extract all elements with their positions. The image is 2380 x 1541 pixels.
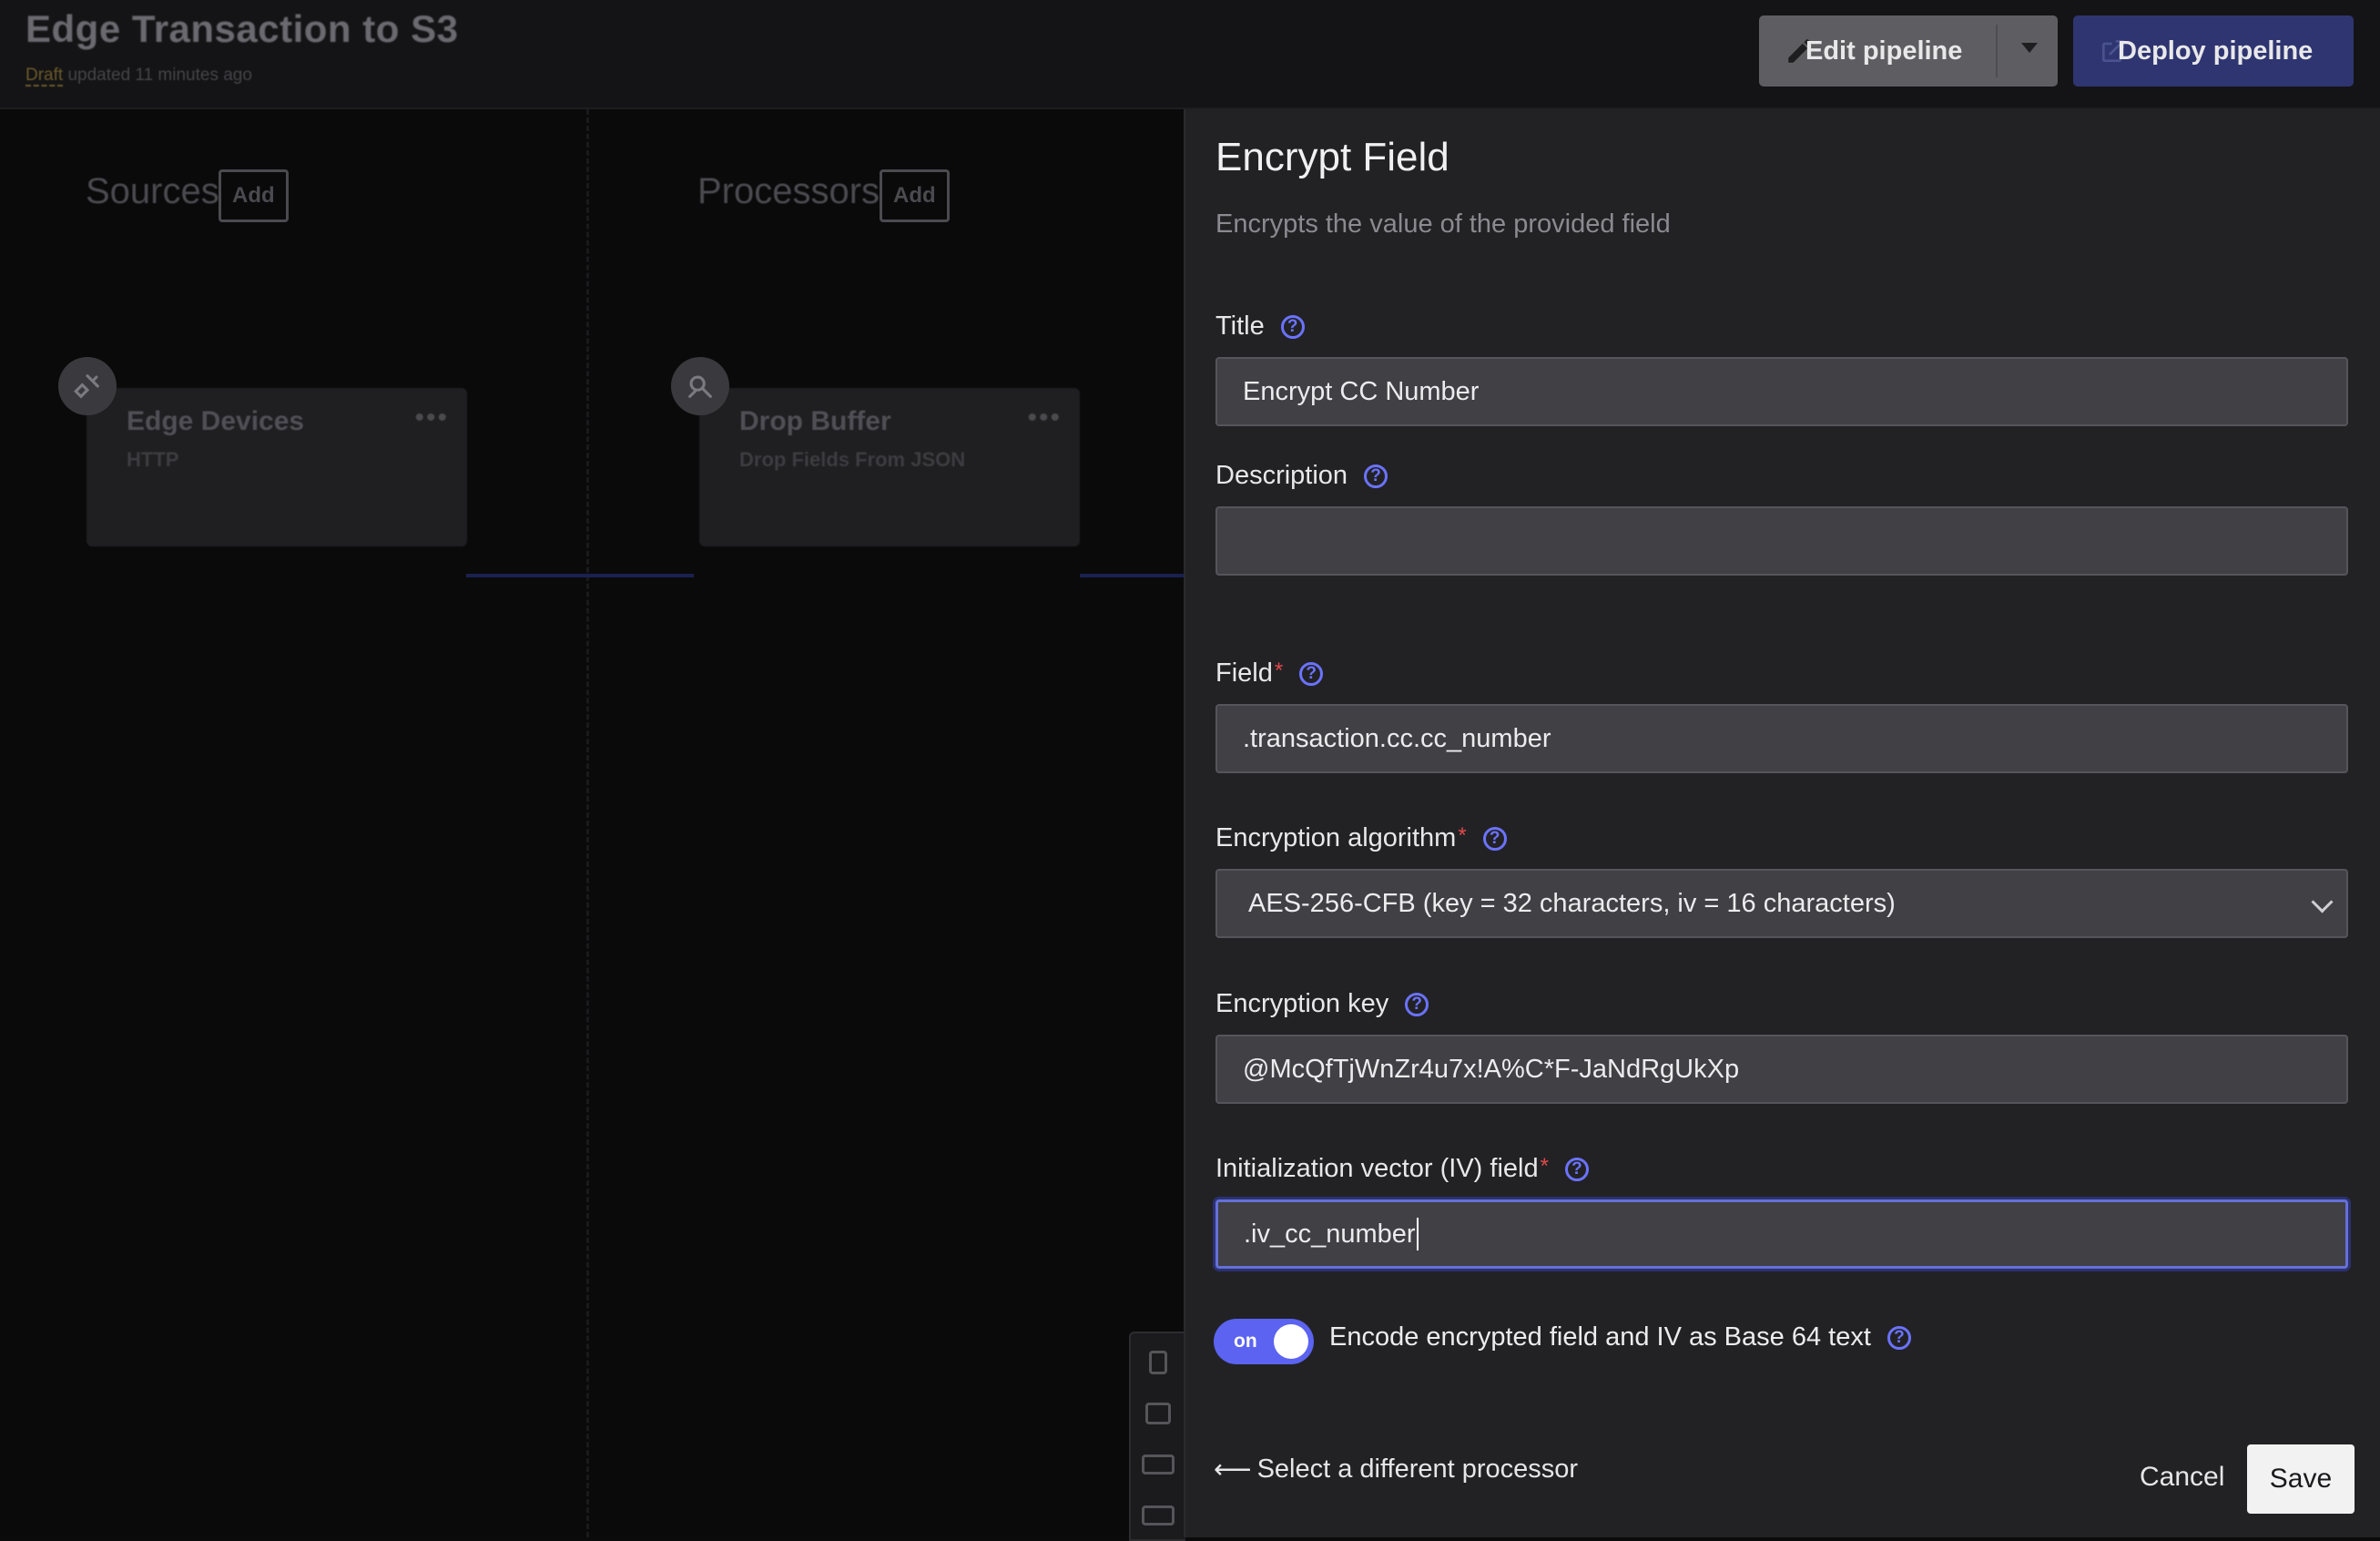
title-input[interactable]: Encrypt CC Number [1215, 357, 2348, 426]
help-icon[interactable]: ? [1364, 464, 1388, 488]
pipeline-canvas: Sources Add Processors Add Edge Devices … [0, 109, 1184, 1537]
encryption-key-label-text: Encryption key [1215, 989, 1389, 1018]
toggle-knob [1274, 1324, 1308, 1359]
description-input[interactable] [1215, 506, 2348, 576]
encryption-algorithm-label: Encryption algorithm * ? [1215, 823, 1507, 853]
arrow-left-icon: ⟵ [1214, 1455, 1252, 1485]
back-link-text: Select a different processor [1256, 1454, 1579, 1484]
help-icon[interactable]: ? [1280, 314, 1305, 339]
connection-edge [466, 574, 694, 577]
column-divider [586, 109, 589, 1537]
layout-full-icon[interactable] [1142, 1499, 1175, 1532]
encryption-algorithm-label-text: Encryption algorithm [1215, 823, 1457, 852]
sources-column-title: Sources [86, 171, 219, 211]
draft-badge: Draft [25, 66, 64, 87]
iv-field-label-text: Initialization vector (IV) field [1215, 1154, 1539, 1183]
required-marker: * [1458, 823, 1467, 848]
iv-field-label: Initialization vector (IV) field * ? [1215, 1154, 1589, 1184]
toggle-state-text: on [1234, 1331, 1257, 1352]
node-title: Drop Buffer [739, 406, 891, 436]
split-divider [1996, 25, 1998, 77]
description-label-text: Description [1215, 461, 1348, 490]
layout-narrow-icon[interactable] [1142, 1346, 1175, 1379]
help-icon[interactable]: ? [1405, 992, 1429, 1016]
save-button[interactable]: Save [2247, 1444, 2355, 1514]
panel-description: Encrypts the value of the provided field [1215, 209, 1671, 239]
pipeline-title: Edge Transaction to S3 [25, 7, 459, 50]
field-label: Field * ? [1215, 658, 1324, 689]
processor-icon [671, 357, 729, 415]
layout-wide-icon[interactable] [1142, 1448, 1175, 1481]
required-marker: * [1274, 658, 1284, 683]
updated-text: updated 11 minutes ago [67, 66, 252, 85]
select-different-processor-link[interactable]: ⟵ Select a different processor [1214, 1454, 1578, 1485]
add-processor-button[interactable]: Add [880, 169, 950, 222]
base64-toggle-label: Encode encrypted field and IV as Base 64… [1329, 1322, 1911, 1352]
pipeline-status-row: Draft updated 11 minutes ago [25, 66, 252, 87]
help-icon[interactable]: ? [1299, 661, 1324, 686]
processors-column-title: Processors [697, 171, 880, 211]
top-bar: Edge Transaction to S3 Draft updated 11 … [0, 0, 2380, 109]
panel-title: Encrypt Field [1215, 135, 1449, 179]
help-icon[interactable]: ? [1482, 826, 1507, 851]
text-cursor [1416, 1218, 1419, 1250]
encryption-key-label: Encryption key ? [1215, 989, 1429, 1019]
base64-toggle-label-text: Encode encrypted field and IV as Base 64… [1329, 1322, 1871, 1352]
title-label-text: Title [1215, 311, 1265, 341]
encryption-key-input[interactable]: @McQfTjWnZr4u7x!A%C*F-JaNdRgUkXp [1215, 1035, 2348, 1104]
deploy-pipeline-label: Deploy pipeline [2118, 36, 2314, 66]
edit-pipeline-label: Edit pipeline [1805, 36, 1963, 66]
connection-edge [1080, 574, 1184, 577]
more-options-icon[interactable]: ••• [414, 403, 449, 434]
iv-field-value: .iv_cc_number [1244, 1219, 1416, 1249]
description-label: Description ? [1215, 461, 1388, 491]
canvas-layout-toolbar [1129, 1332, 1185, 1541]
cancel-button[interactable]: Cancel [2121, 1443, 2243, 1512]
plug-icon [58, 357, 117, 415]
add-source-button[interactable]: Add [219, 169, 289, 222]
field-input[interactable]: .transaction.cc.cc_number [1215, 704, 2348, 773]
layout-medium-icon[interactable] [1142, 1397, 1175, 1430]
source-node-edge-devices[interactable]: Edge Devices HTTP ••• [86, 388, 467, 546]
encryption-algorithm-value: AES-256-CFB (key = 32 characters, iv = 1… [1248, 888, 1896, 918]
chevron-down-icon[interactable] [2021, 43, 2038, 53]
help-icon[interactable]: ? [1564, 1157, 1589, 1181]
node-subtitle: HTTP [127, 448, 179, 471]
base64-toggle[interactable]: on [1214, 1319, 1314, 1364]
help-icon[interactable]: ? [1887, 1325, 1911, 1350]
node-subtitle: Drop Fields From JSON [739, 448, 966, 471]
required-marker: * [1540, 1154, 1549, 1179]
edit-pipeline-button[interactable]: Edit pipeline [1759, 15, 2058, 87]
processor-node-drop-buffer[interactable]: Drop Buffer Drop Fields From JSON ••• [699, 388, 1080, 546]
encryption-algorithm-select[interactable]: AES-256-CFB (key = 32 characters, iv = 1… [1215, 869, 2348, 938]
title-label: Title ? [1215, 311, 1305, 342]
deploy-pipeline-button[interactable]: Deploy pipeline [2073, 15, 2354, 87]
more-options-icon[interactable]: ••• [1027, 403, 1062, 434]
field-label-text: Field [1215, 658, 1273, 688]
node-title: Edge Devices [127, 406, 305, 436]
chevron-down-icon [2311, 891, 2334, 913]
iv-field-input[interactable]: .iv_cc_number [1215, 1199, 2348, 1269]
